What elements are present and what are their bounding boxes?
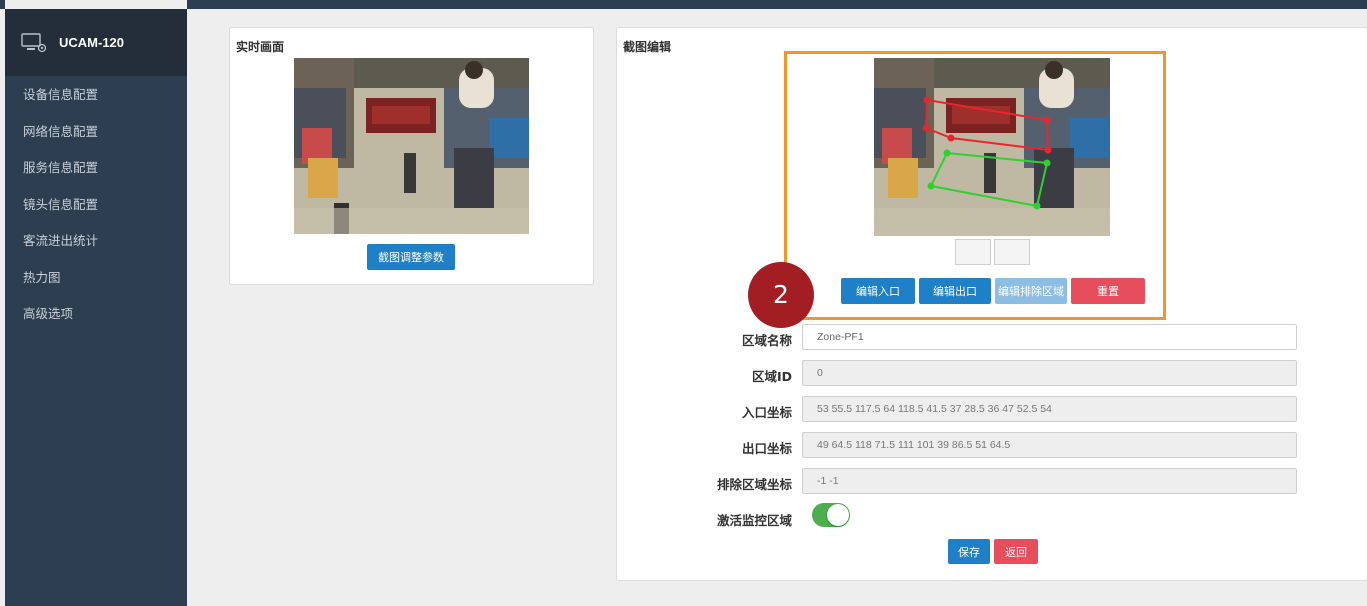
step-badge: 2 [748,262,814,328]
topbar-left-strip [0,0,5,9]
live-view-title: 实时画面 [236,40,285,54]
live-camera-image [294,58,529,234]
zone-name-label: 区域名称 [741,333,792,348]
screenshot-edit-panel: 截图编辑 编辑入口 编辑出口 编辑排除区域 重置 保存 返回 [616,27,1367,581]
activate-zone-label: 激活监控区域 [716,513,792,528]
sidebar-item-advanced[interactable]: 高级选项 [5,296,187,333]
screenshot-edit-title: 截图编辑 [623,40,672,54]
exclude-coords-label: 排除区域坐标 [716,477,792,492]
entry-coords-label: 入口坐标 [741,405,792,420]
top-bar [187,0,1367,9]
brand: UCAM-120 [5,9,187,76]
live-view-panel: 实时画面 截图调整参数 [229,27,594,285]
entry-coords-input[interactable] [802,396,1297,422]
preview-thumb-1[interactable] [955,239,991,265]
edit-camera-image[interactable] [874,58,1110,236]
sidebar-item-device-info[interactable]: 设备信息配置 [5,77,187,114]
toggle-knob [827,504,849,526]
preview-thumb-2[interactable] [994,239,1030,265]
exclude-coords-input[interactable] [802,468,1297,494]
sidebar-item-service-info[interactable]: 服务信息配置 [5,150,187,187]
activate-zone-toggle[interactable] [812,503,850,527]
back-button[interactable]: 返回 [994,539,1038,564]
zone-id-input[interactable] [802,360,1297,386]
sidebar-menu: 设备信息配置 网络信息配置 服务信息配置 镜头信息配置 客流进出统计 热力图 高… [5,77,187,333]
screenshot-adjust-button[interactable]: 截图调整参数 [367,244,455,270]
edit-exit-button[interactable]: 编辑出口 [919,278,991,304]
zone-name-input[interactable] [802,324,1297,350]
sidebar-item-heatmap[interactable]: 热力图 [5,260,187,297]
app-name: UCAM-120 [59,35,125,50]
exit-coords-input[interactable] [802,432,1297,458]
reset-button[interactable]: 重置 [1071,278,1145,304]
exit-coords-label: 出口坐标 [741,441,792,456]
monitor-settings-icon [21,32,47,52]
edit-exclude-zone-button[interactable]: 编辑排除区域 [995,278,1067,304]
sidebar: UCAM-120 设备信息配置 网络信息配置 服务信息配置 镜头信息配置 客流进… [5,9,187,606]
sidebar-item-traffic-stats[interactable]: 客流进出统计 [5,223,187,260]
save-button[interactable]: 保存 [948,539,990,564]
sidebar-item-network-info[interactable]: 网络信息配置 [5,114,187,151]
edit-entry-button[interactable]: 编辑入口 [841,278,915,304]
sidebar-item-lens-info[interactable]: 镜头信息配置 [5,187,187,224]
zone-id-label: 区域ID [751,369,792,384]
